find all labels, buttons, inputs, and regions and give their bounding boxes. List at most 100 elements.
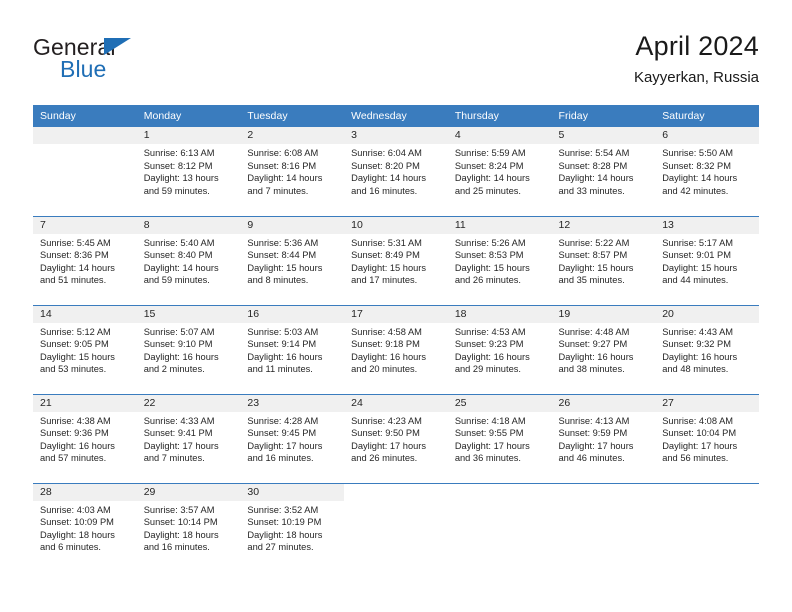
calendar-day-cell[interactable]: 18 Sunrise: 4:53 AM Sunset: 9:23 PM Dayligh…: [447, 304, 552, 394]
day-number: 16: [240, 305, 345, 323]
day-number: 2: [240, 127, 345, 144]
day-details: Sunrise: 4:33 AM Sunset: 9:41 PM Daylight:…: [137, 412, 241, 465]
calendar-day-cell[interactable]: 16 Sunrise: 5:03 AM Sunset: 9:14 PM Dayligh…: [240, 304, 345, 394]
calendar-day-cell[interactable]: 27 Sunrise: 4:08 AM Sunset: 10:04 PM Daylig…: [655, 393, 759, 483]
sunset-text: Sunset: 9:45 PM: [247, 428, 317, 439]
calendar-day-cell[interactable]: 4 Sunrise: 5:59 AM Sunset: 8:24 PM Daylight…: [447, 127, 552, 216]
daylight-text-line2: and 25 minutes.: [454, 185, 521, 196]
day-details: Sunrise: 4:23 AM Sunset: 9:50 PM Daylight:…: [344, 412, 448, 465]
daylight-text-line1: Daylight: 14 hours: [454, 173, 530, 184]
sunrise-text: Sunrise: 4:53 AM: [454, 326, 526, 337]
day-number: 24: [344, 394, 448, 412]
day-number: 10: [344, 216, 448, 234]
day-number: 22: [136, 394, 241, 412]
calendar-week-row: 21 Sunrise: 4:38 AM Sunset: 9:36 PM Dayligh…: [33, 393, 759, 483]
daylight-text-line1: Daylight: 14 hours: [247, 173, 323, 184]
daylight-text-line2: and 8 minutes.: [247, 275, 309, 286]
calendar-day-cell[interactable]: 30 Sunrise: 3:52 AM Sunset: 10:19 PM Daylig…: [240, 482, 345, 572]
calendar-day-cell[interactable]: 14 Sunrise: 5:12 AM Sunset: 9:05 PM Dayligh…: [33, 304, 137, 394]
calendar-day-cell[interactable]: 26 Sunrise: 4:13 AM Sunset: 9:59 PM Dayligh…: [551, 393, 656, 483]
calendar-day-cell[interactable]: 1 Sunrise: 6:13 AM Sunset: 8:12 PM Daylight…: [136, 127, 241, 216]
day-number: 18: [447, 305, 552, 323]
day-number: 8: [136, 216, 241, 234]
sunset-text: Sunset: 10:09 PM: [40, 517, 114, 528]
daylight-text-line1: Daylight: 17 hours: [454, 440, 530, 451]
daylight-text-line1: Daylight: 15 hours: [351, 262, 427, 273]
calendar-day-cell[interactable]: 19 Sunrise: 4:48 AM Sunset: 9:27 PM Dayligh…: [551, 304, 656, 394]
daylight-text-line2: and 7 minutes.: [143, 453, 205, 464]
calendar-day-cell[interactable]: 17 Sunrise: 4:58 AM Sunset: 9:18 PM Dayligh…: [344, 304, 448, 394]
calendar-day-cell[interactable]: 21 Sunrise: 4:38 AM Sunset: 9:36 PM Dayligh…: [33, 393, 137, 483]
sunrise-text: Sunrise: 6:08 AM: [247, 148, 319, 158]
calendar-day-cell[interactable]: 22 Sunrise: 4:33 AM Sunset: 9:41 PM Dayligh…: [136, 393, 241, 483]
day-details: Sunrise: 4:53 AM Sunset: 9:23 PM Daylight:…: [448, 323, 552, 376]
calendar-day-cell[interactable]: 28 Sunrise: 4:03 AM Sunset: 10:09 PM Daylig…: [33, 482, 137, 572]
day-number: 15: [136, 305, 241, 323]
day-details: Sunrise: 5:36 AM Sunset: 8:44 PM Daylight:…: [240, 234, 344, 287]
calendar-day-cell[interactable]: 29 Sunrise: 3:57 AM Sunset: 10:14 PM Daylig…: [136, 482, 241, 572]
sunrise-text: Sunrise: 5:22 AM: [558, 237, 630, 248]
day-details: Sunrise: 5:54 AM Sunset: 8:28 PM Daylight:…: [552, 144, 656, 197]
calendar-day-cell[interactable]: 15 Sunrise: 5:07 AM Sunset: 9:10 PM Dayligh…: [136, 304, 241, 394]
day-details: Sunrise: 5:22 AM Sunset: 8:57 PM Daylight:…: [552, 234, 656, 287]
day-number: [33, 127, 137, 144]
calendar-day-cell[interactable]: 3 Sunrise: 6:04 AM Sunset: 8:20 PM Daylight…: [344, 127, 448, 216]
day-number: 12: [551, 216, 656, 234]
day-number: 7: [33, 216, 137, 234]
sunset-text: Sunset: 9:36 PM: [40, 428, 109, 439]
calendar-body: 1 Sunrise: 6:13 AM Sunset: 8:12 PM Daylight…: [33, 127, 759, 572]
day-number: 28: [33, 483, 137, 501]
calendar-week-row: 1 Sunrise: 6:13 AM Sunset: 8:12 PM Daylight…: [33, 127, 759, 216]
calendar-day-cell[interactable]: 9 Sunrise: 5:36 AM Sunset: 8:44 PM Daylight…: [240, 215, 345, 305]
calendar-day-cell[interactable]: 5 Sunrise: 5:54 AM Sunset: 8:28 PM Daylight…: [551, 127, 656, 216]
day-details: Sunrise: 4:43 AM Sunset: 9:32 PM Daylight:…: [655, 323, 759, 376]
calendar-day-cell[interactable]: 11 Sunrise: 5:26 AM Sunset: 8:53 PM Dayligh…: [447, 215, 552, 305]
day-details: Sunrise: 5:26 AM Sunset: 8:53 PM Daylight:…: [448, 234, 552, 287]
daylight-text-line2: and 42 minutes.: [662, 185, 729, 196]
calendar-day-cell[interactable]: 8 Sunrise: 5:40 AM Sunset: 8:40 PM Daylight…: [136, 215, 241, 305]
daylight-text-line2: and 11 minutes.: [247, 364, 313, 375]
day-details: Sunrise: 4:18 AM Sunset: 9:55 PM Daylight:…: [448, 412, 552, 465]
sunrise-text: Sunrise: 4:38 AM: [40, 415, 111, 426]
calendar-day-cell[interactable]: 25 Sunrise: 4:18 AM Sunset: 9:55 PM Dayligh…: [447, 393, 552, 483]
logo-triangle-icon: [104, 38, 131, 55]
calendar-day-cell[interactable]: 12 Sunrise: 5:22 AM Sunset: 8:57 PM Dayligh…: [551, 215, 656, 305]
daylight-text-line2: and 48 minutes.: [662, 364, 729, 375]
day-number: 4: [447, 127, 552, 144]
calendar-week-row: 14 Sunrise: 5:12 AM Sunset: 9:05 PM Dayligh…: [33, 304, 759, 394]
day-number: 19: [551, 305, 656, 323]
daylight-text-line1: Daylight: 17 hours: [558, 440, 634, 451]
day-details: Sunrise: 5:50 AM Sunset: 8:32 PM Daylight:…: [655, 144, 759, 197]
daylight-text-line2: and 27 minutes.: [247, 542, 314, 553]
calendar-day-cell[interactable]: 7 Sunrise: 5:45 AM Sunset: 8:36 PM Daylight…: [33, 215, 137, 305]
day-number: 25: [447, 394, 552, 412]
sunrise-text: Sunrise: 5:07 AM: [143, 326, 215, 337]
daylight-text-line2: and 17 minutes.: [351, 275, 418, 286]
calendar-day-cell[interactable]: 13 Sunrise: 5:17 AM Sunset: 9:01 PM Dayligh…: [655, 215, 759, 305]
sunrise-text: Sunrise: 5:45 AM: [40, 237, 111, 248]
day-number: 20: [655, 305, 759, 323]
calendar-day-cell[interactable]: 23 Sunrise: 4:28 AM Sunset: 9:45 PM Dayligh…: [240, 393, 345, 483]
daylight-text-line2: and 7 minutes.: [247, 185, 309, 196]
daylight-text-line1: Daylight: 14 hours: [662, 173, 738, 184]
calendar-day-cell[interactable]: 24 Sunrise: 4:23 AM Sunset: 9:50 PM Dayligh…: [344, 393, 448, 483]
weekday-header-monday: Monday: [136, 105, 241, 127]
sunset-text: Sunset: 9:27 PM: [558, 339, 628, 350]
day-details: Sunrise: 4:38 AM Sunset: 9:36 PM Daylight:…: [33, 412, 137, 465]
daylight-text-line2: and 36 minutes.: [454, 453, 521, 464]
daylight-text-line1: Daylight: 14 hours: [143, 262, 219, 273]
sunrise-text: Sunrise: 4:43 AM: [662, 326, 734, 337]
sunset-text: Sunset: 8:49 PM: [351, 250, 420, 261]
daylight-text-line2: and 59 minutes.: [143, 275, 210, 286]
sunrise-text: Sunrise: 4:28 AM: [247, 415, 319, 426]
calendar-day-cell[interactable]: 6 Sunrise: 5:50 AM Sunset: 8:32 PM Daylight…: [655, 127, 759, 216]
calendar-day-cell[interactable]: 20 Sunrise: 4:43 AM Sunset: 9:32 PM Dayligh…: [655, 304, 759, 394]
daylight-text-line2: and 26 minutes.: [351, 453, 418, 464]
day-details: Sunrise: 5:17 AM Sunset: 9:01 PM Daylight:…: [655, 234, 759, 287]
calendar-day-cell[interactable]: 10 Sunrise: 5:31 AM Sunset: 8:49 PM Dayligh…: [344, 215, 448, 305]
daylight-text-line2: and 35 minutes.: [558, 275, 625, 286]
sunset-text: Sunset: 9:05 PM: [40, 339, 109, 350]
daylight-text-line2: and 16 minutes.: [143, 542, 210, 553]
calendar-day-cell[interactable]: 2 Sunrise: 6:08 AM Sunset: 8:16 PM Daylight…: [240, 127, 345, 216]
daylight-text-line1: Daylight: 17 hours: [247, 440, 323, 451]
